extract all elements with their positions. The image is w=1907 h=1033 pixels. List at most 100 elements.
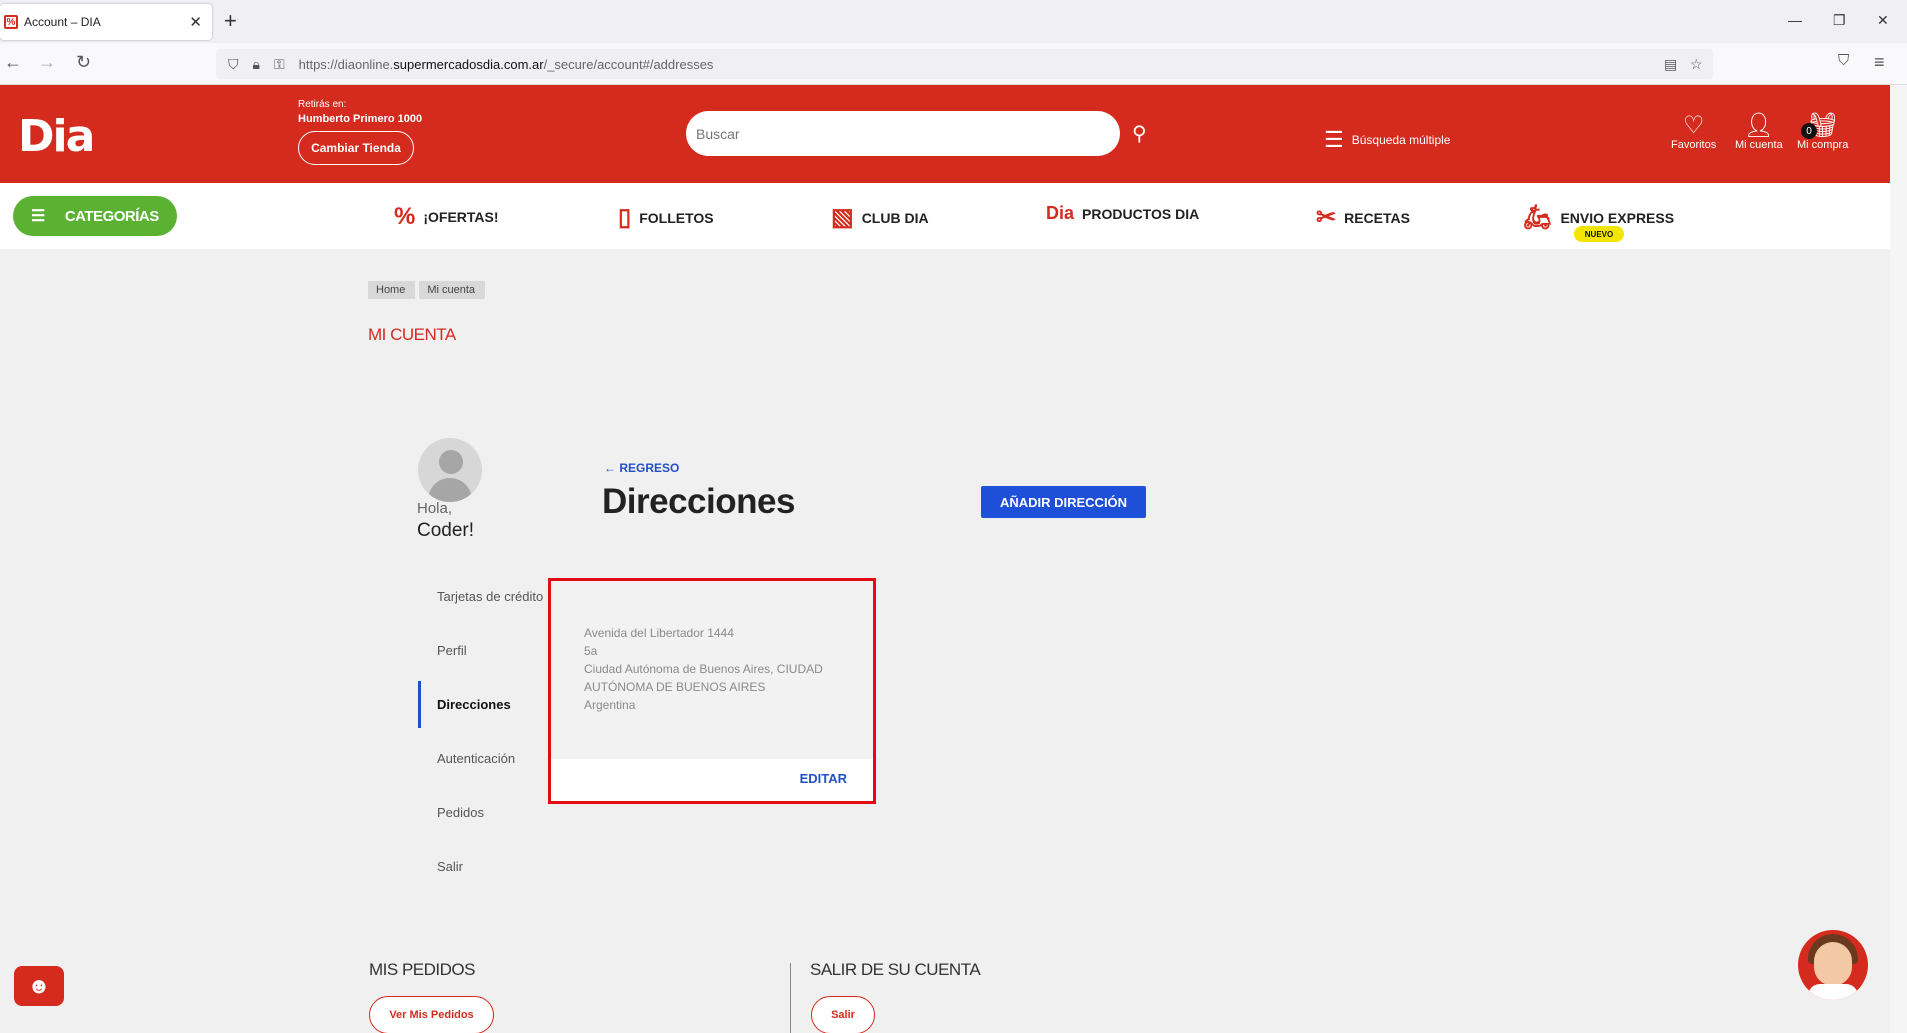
reader-view-icon[interactable]: ▤ bbox=[1664, 56, 1677, 73]
new-tab-icon[interactable]: + bbox=[224, 10, 237, 32]
menu-orders[interactable]: Pedidos bbox=[437, 805, 484, 820]
section-title: MI CUENTA bbox=[368, 325, 456, 344]
pocket-icon[interactable]: ⛉ bbox=[1838, 52, 1849, 69]
restore-icon[interactable]: ❐ bbox=[1833, 12, 1846, 29]
close-window-icon[interactable]: ✕ bbox=[1877, 12, 1889, 29]
menu-authentication[interactable]: Autenticación bbox=[437, 751, 515, 766]
view-orders-button[interactable]: Ver Mis Pedidos bbox=[369, 996, 494, 1033]
bookmark-star-icon[interactable]: ☆ bbox=[1690, 56, 1703, 73]
dia-favicon-icon: % bbox=[4, 15, 18, 29]
heart-icon: ♡ bbox=[1682, 112, 1705, 139]
breadcrumb-account[interactable]: Mi cuenta bbox=[419, 281, 486, 299]
favorites-label: Favoritos bbox=[1671, 139, 1717, 151]
assistant-body bbox=[1808, 984, 1858, 1000]
categories-button[interactable]: ☰ CATEGORÍAS bbox=[13, 196, 177, 236]
multi-search-button[interactable]: ☰ Búsqueda múltiple bbox=[1324, 127, 1450, 153]
utensils-icon: ✂ bbox=[1316, 204, 1337, 231]
club-dia-icon: ▧ bbox=[831, 204, 854, 231]
user-icon: 👤︎ bbox=[1743, 112, 1775, 139]
assistant-avatar[interactable] bbox=[1798, 930, 1868, 1000]
dia-mini-logo: Dia bbox=[1046, 203, 1075, 223]
nav-club-dia-label: CLUB DIA bbox=[861, 209, 929, 226]
user-name: Coder! bbox=[417, 520, 475, 541]
chat-bot-icon[interactable]: ☻ bbox=[14, 966, 64, 1006]
nav-recetas-label: RECETAS bbox=[1344, 209, 1410, 226]
lock-icon: 🔒︎ bbox=[252, 55, 260, 72]
breadcrumb: Home Mi cuenta bbox=[368, 281, 489, 299]
avatar-body-icon bbox=[428, 478, 472, 502]
favorites-button[interactable]: ♡ Favoritos bbox=[1671, 112, 1717, 152]
section-divider bbox=[790, 963, 791, 1033]
brochure-icon: ▯ bbox=[618, 204, 632, 231]
address-line: 5a bbox=[584, 644, 598, 658]
menu-addresses[interactable]: Direcciones bbox=[437, 697, 511, 712]
tab-title: Account – DIA bbox=[24, 15, 101, 29]
list-search-icon: ☰ bbox=[1324, 127, 1344, 152]
address-bar[interactable]: ⛉ 🔒︎ ⚿ https://diaonline.supermercadosdi… bbox=[216, 49, 1713, 79]
greeting: Hola, bbox=[417, 500, 453, 517]
active-menu-indicator bbox=[418, 681, 421, 728]
browser-tabbar: % Account – DIA ✕ + — ❐ ✕ bbox=[0, 0, 1907, 43]
url-text: https://diaonline.supermercadosdia.com.a… bbox=[298, 56, 714, 72]
address-line: AUTÓNOMA DE BUENOS AIRES bbox=[584, 680, 766, 694]
address-line: Ciudad Autónoma de Buenos Aires, CIUDAD bbox=[584, 662, 823, 676]
menu-profile[interactable]: Perfil bbox=[437, 643, 467, 658]
address-line: Avenida del Libertador 1444 bbox=[584, 626, 734, 640]
cart-count-badge: 0 bbox=[1801, 123, 1817, 139]
new-badge: NUEVO bbox=[1574, 226, 1624, 242]
logout-button[interactable]: Salir bbox=[811, 996, 875, 1033]
add-address-button[interactable]: AÑADIR DIRECCIÓN bbox=[981, 486, 1146, 518]
key-icon: ⚿ bbox=[273, 55, 285, 72]
address-text: Avenida del Libertador 1444 5a Ciudad Au… bbox=[584, 624, 823, 714]
percent-badge-icon: % bbox=[394, 203, 416, 230]
back-arrow-icon[interactable]: ← bbox=[4, 52, 22, 73]
page-title: Direcciones bbox=[602, 482, 795, 521]
account-label: Mi cuenta bbox=[1735, 139, 1783, 151]
reload-icon[interactable]: ↻ bbox=[76, 52, 91, 73]
page-scrollbar[interactable] bbox=[1890, 85, 1907, 1033]
close-tab-icon[interactable]: ✕ bbox=[189, 13, 202, 31]
nav-club-dia[interactable]: ▧ CLUB DIA bbox=[831, 203, 929, 232]
address-card: Avenida del Libertador 1444 5a Ciudad Au… bbox=[548, 578, 876, 804]
nav-folletos-label: FOLLETOS bbox=[639, 209, 714, 226]
logout-section-title: SALIR DE SU CUENTA bbox=[810, 960, 981, 979]
address-card-footer: EDITAR bbox=[551, 759, 873, 801]
change-store-button[interactable]: Cambiar Tienda bbox=[298, 131, 414, 165]
search-input[interactable] bbox=[686, 111, 1120, 156]
nav-ofertas[interactable]: % ¡OFERTAS! bbox=[394, 203, 499, 231]
store-label: Retirás en: bbox=[298, 99, 347, 110]
forward-arrow-icon[interactable]: → bbox=[38, 52, 56, 73]
browser-tab[interactable]: % Account – DIA ✕ bbox=[0, 4, 212, 40]
menu-icon[interactable]: ≡ bbox=[1874, 52, 1885, 73]
edit-address-button[interactable]: EDITAR bbox=[800, 771, 847, 786]
nav-recetas[interactable]: ✂ RECETAS bbox=[1316, 203, 1410, 232]
search-icon[interactable]: ⚲ bbox=[1132, 121, 1147, 146]
arrow-left-icon: ← bbox=[604, 461, 616, 475]
address-line: Argentina bbox=[584, 698, 636, 712]
nav-ofertas-label: ¡OFERTAS! bbox=[423, 209, 499, 225]
menu-credit-cards[interactable]: Tarjetas de crédito bbox=[437, 589, 543, 604]
avatar-head-icon bbox=[439, 450, 463, 474]
site-header: Dia Retirás en: Humberto Primero 1000 Ca… bbox=[0, 85, 1890, 183]
assistant-face bbox=[1814, 942, 1852, 986]
nav-envio-express-label: ENVIO EXPRESS bbox=[1560, 209, 1675, 226]
categories-label: CATEGORÍAS bbox=[64, 207, 159, 225]
nav-productos-dia[interactable]: Dia PRODUCTOS DIA bbox=[1046, 203, 1199, 224]
cart-label: Mi compra bbox=[1797, 139, 1849, 151]
hamburger-icon: ☰ bbox=[31, 208, 45, 225]
browser-navbar: ← → ↻ ⛉ 🔒︎ ⚿ https://diaonline.supermerc… bbox=[0, 43, 1907, 85]
account-button[interactable]: 👤︎ Mi cuenta bbox=[1735, 112, 1783, 152]
menu-logout[interactable]: Salir bbox=[437, 859, 463, 874]
back-link[interactable]: ← REGRESO bbox=[604, 461, 679, 475]
breadcrumb-home[interactable]: Home bbox=[368, 281, 416, 299]
dia-logo[interactable]: Dia bbox=[18, 111, 95, 162]
orders-section-title: MIS PEDIDOS bbox=[369, 960, 475, 979]
store-selector: Retirás en: Humberto Primero 1000 Cambia… bbox=[298, 99, 422, 165]
avatar bbox=[418, 438, 482, 502]
store-name: Humberto Primero 1000 bbox=[298, 113, 423, 125]
delivery-scooter-icon: 🛵︎ bbox=[1522, 204, 1553, 231]
cart-button[interactable]: 🧺︎ 0 Mi compra bbox=[1797, 113, 1849, 152]
shield-icon: ⛉ bbox=[228, 55, 239, 72]
minimize-icon[interactable]: — bbox=[1788, 12, 1802, 28]
nav-folletos[interactable]: ▯ FOLLETOS bbox=[618, 203, 714, 232]
